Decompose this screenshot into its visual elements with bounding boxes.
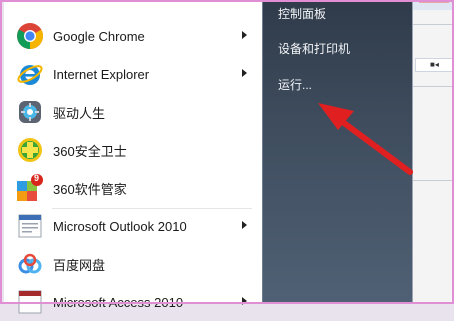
program-label: Internet Explorer bbox=[53, 66, 150, 82]
run-command-link[interactable]: 运行... bbox=[278, 76, 312, 93]
media-control-icon: ■◂ bbox=[430, 60, 439, 69]
program-baidu-netdisk[interactable]: 百度网盘 bbox=[4, 245, 262, 283]
program-label: 360安全卫士 bbox=[53, 143, 127, 159]
program-access-2010[interactable]: Microsoft Access 2010 bbox=[4, 283, 262, 321]
program-label: 百度网盘 bbox=[53, 257, 106, 273]
start-menu-programs: Google Chrome Internet Explorer 驱动人生 360… bbox=[4, 0, 263, 314]
devices-printers-link[interactable]: 设备和打印机 bbox=[278, 40, 350, 57]
background-window: ■◂ bbox=[412, 0, 454, 304]
control-panel-link[interactable]: 控制面板 bbox=[278, 5, 326, 22]
notification-badge: 9 bbox=[34, 173, 40, 183]
divider bbox=[413, 24, 454, 25]
program-label: 360软件管家 bbox=[53, 181, 127, 197]
baidu-netdisk-icon bbox=[15, 249, 45, 279]
submenu-arrow-icon[interactable] bbox=[242, 221, 247, 229]
chrome-icon bbox=[15, 21, 45, 51]
program-label: Google Chrome bbox=[53, 28, 145, 44]
program-360-safe[interactable]: 360安全卫士 bbox=[4, 131, 262, 169]
ie-icon bbox=[15, 59, 45, 89]
program-outlook-2010[interactable]: Microsoft Outlook 2010 bbox=[4, 207, 262, 245]
program-label: 驱动人生 bbox=[53, 105, 106, 121]
background-window-accent bbox=[419, 0, 449, 3]
outlook-icon bbox=[15, 211, 45, 241]
program-internet-explorer[interactable]: Internet Explorer bbox=[4, 55, 262, 93]
divider bbox=[413, 180, 454, 181]
program-google-chrome[interactable]: Google Chrome bbox=[4, 17, 262, 55]
submenu-arrow-icon[interactable] bbox=[242, 69, 247, 77]
start-menu-places: 控制面板 设备和打印机 运行... bbox=[262, 0, 412, 304]
background-window-toolbar: ■◂ bbox=[415, 58, 454, 72]
divider bbox=[413, 86, 454, 87]
program-label: Microsoft Outlook 2010 bbox=[53, 218, 187, 234]
access-icon bbox=[15, 287, 45, 317]
program-driver-life[interactable]: 驱动人生 bbox=[4, 93, 262, 131]
program-label: Microsoft Access 2010 bbox=[53, 294, 184, 310]
360-safe-icon bbox=[15, 135, 45, 165]
submenu-arrow-icon[interactable] bbox=[242, 31, 247, 39]
driver-life-icon bbox=[15, 97, 45, 127]
program-360-software-manager[interactable]: 9 360软件管家 bbox=[4, 169, 262, 207]
360-software-icon: 9 bbox=[15, 173, 45, 203]
